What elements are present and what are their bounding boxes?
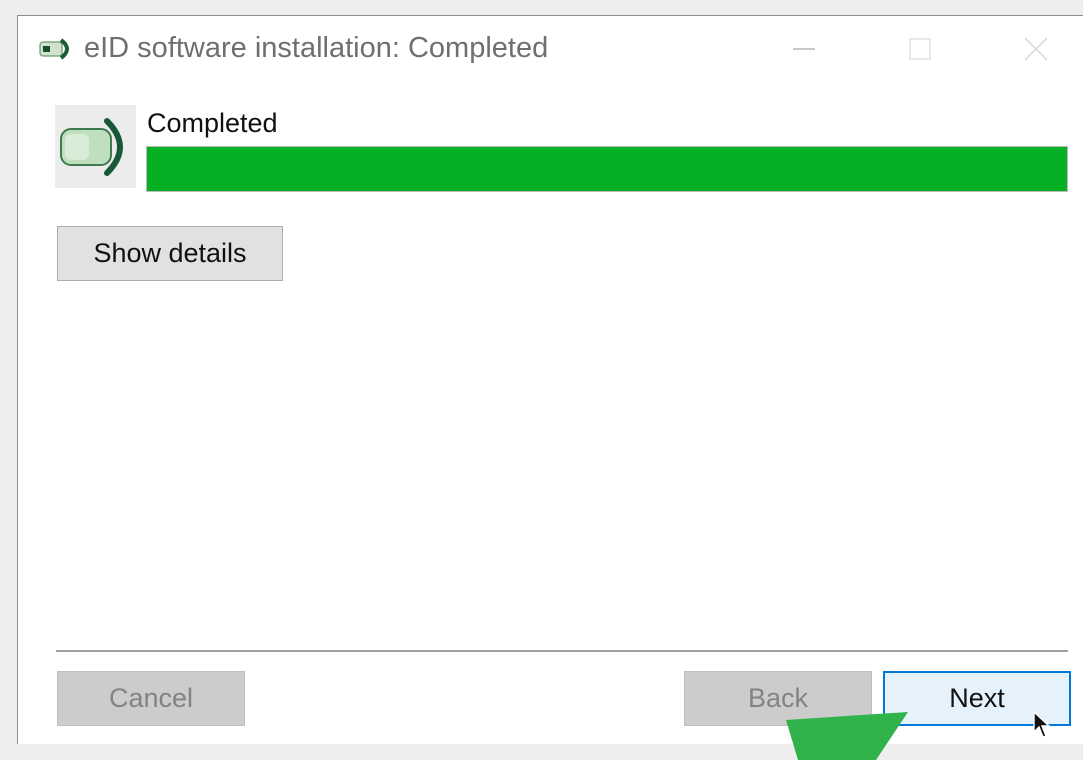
beid-logo-icon bbox=[39, 38, 69, 60]
cancel-button[interactable]: Cancel bbox=[57, 671, 245, 726]
maximize-icon[interactable] bbox=[900, 32, 940, 66]
beid-logo-large-icon bbox=[60, 118, 123, 176]
status-label: Completed bbox=[147, 108, 278, 138]
show-details-button[interactable]: Show details bbox=[57, 226, 283, 281]
green-arrow-icon bbox=[786, 712, 908, 760]
progress-bar-fill bbox=[147, 147, 1067, 191]
mouse-pointer-icon bbox=[1033, 710, 1051, 738]
installer-window: eID software installation: Completed Com… bbox=[17, 15, 1083, 760]
progress-bar bbox=[146, 146, 1068, 192]
footer-divider bbox=[56, 650, 1068, 652]
window-title: eID software installation: Completed bbox=[84, 32, 549, 64]
minimize-icon[interactable] bbox=[785, 32, 825, 66]
close-icon[interactable] bbox=[1016, 32, 1056, 66]
title-bar[interactable]: eID software installation: Completed bbox=[18, 16, 1083, 82]
product-logo bbox=[55, 105, 136, 188]
